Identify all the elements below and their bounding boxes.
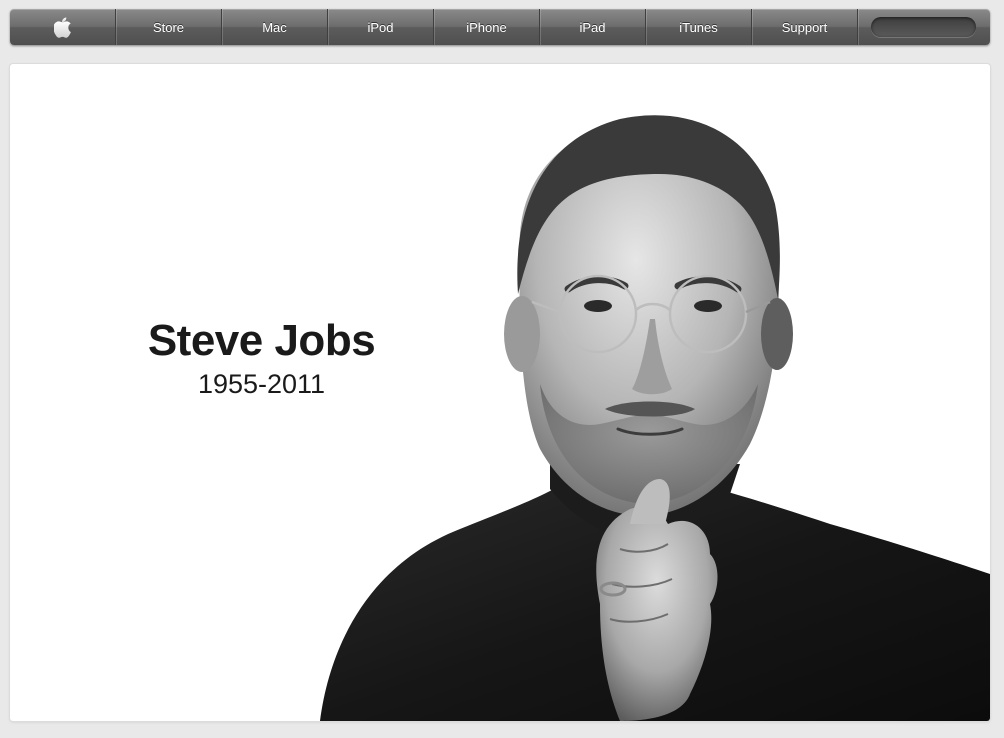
search-container bbox=[858, 9, 990, 45]
nav-ipad[interactable]: iPad bbox=[540, 9, 646, 45]
nav-ipod[interactable]: iPod bbox=[328, 9, 434, 45]
apple-logo-icon bbox=[53, 17, 71, 38]
nav-itunes[interactable]: iTunes bbox=[646, 9, 752, 45]
nav-mac[interactable]: Mac bbox=[222, 9, 328, 45]
search-input[interactable] bbox=[871, 17, 976, 37]
nav-iphone[interactable]: iPhone bbox=[434, 9, 540, 45]
portrait-photo bbox=[320, 115, 990, 721]
global-nav-bar: Store Mac iPod iPhone iPad iTunes Suppor… bbox=[10, 9, 990, 45]
hero-panel: Steve Jobs 1955-2011 bbox=[10, 64, 990, 721]
nav-store[interactable]: Store bbox=[116, 9, 222, 45]
nav-support[interactable]: Support bbox=[752, 9, 858, 45]
apple-home-link[interactable] bbox=[10, 9, 116, 45]
